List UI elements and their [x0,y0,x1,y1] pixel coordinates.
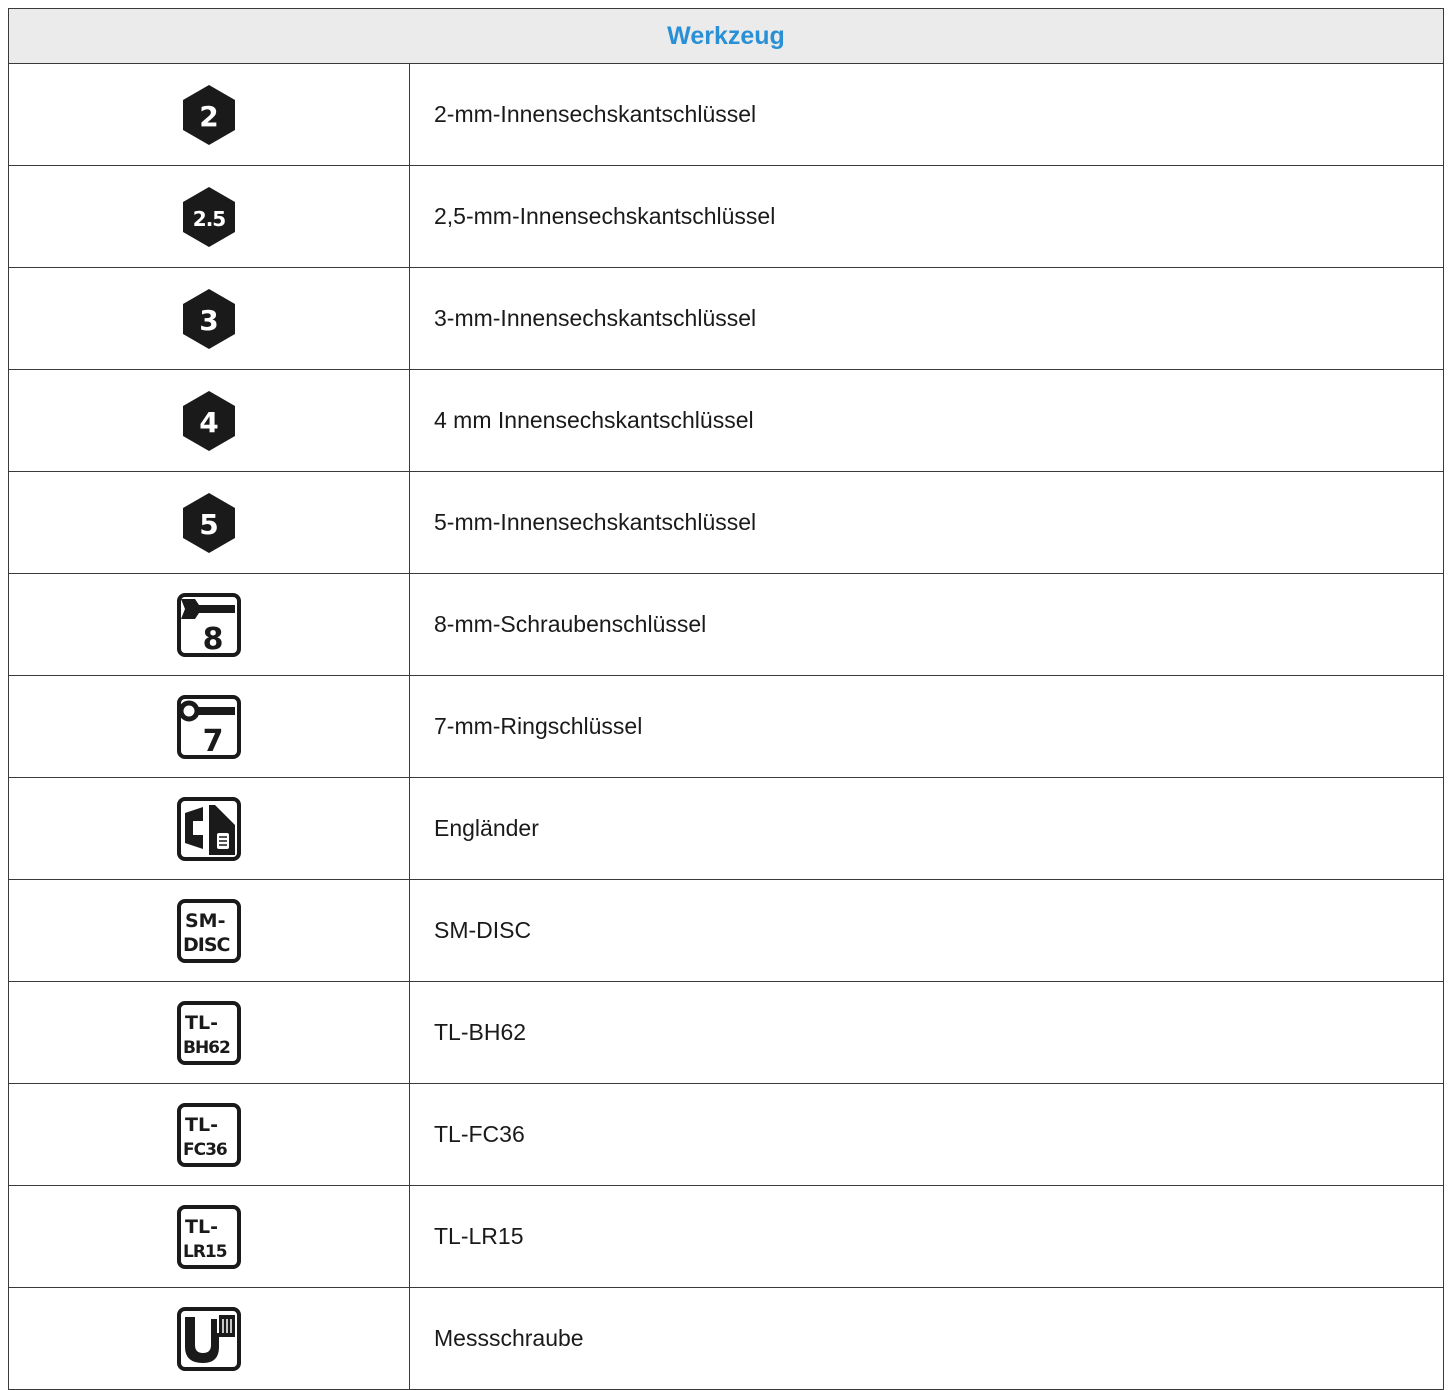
icon-glyph: 7 [203,724,224,759]
tool-name: TL-LR15 [409,1185,1444,1288]
icon-glyph-line1: TL- [185,1216,218,1238]
tool-name: 7-mm-Ringschlüssel [409,675,1444,778]
table-row: TL- FC36 TL-FC36 [8,1083,1444,1186]
tool-name: 4 mm Innensechskantschlüssel [409,369,1444,472]
icon-glyph: 2.5 [193,207,226,231]
tl-lr15-tool-icon: TL- LR15 [175,1203,243,1271]
table-title: Werkzeug [8,8,1444,64]
icon-glyph-line1: TL- [185,1114,218,1136]
spanner-8-icon: 8 [175,591,243,659]
tool-name: 5-mm-Innensechskantschlüssel [409,471,1444,574]
table-row: 8 8-mm-Schraubenschlüssel [8,573,1444,676]
icon-glyph-line2: BH62 [183,1038,230,1058]
icon-glyph: 2 [199,100,218,133]
tool-name: 8-mm-Schraubenschlüssel [409,573,1444,676]
ring-spanner-7-icon: 7 [175,693,243,761]
table-row: 5 5-mm-Innensechskantschlüssel [8,471,1444,574]
tool-name: SM-DISC [409,879,1444,982]
tool-table: Werkzeug 2 2-mm-Innensechskantschlüssel [8,8,1444,1390]
tool-name: Messschraube [409,1287,1444,1390]
table-row: Messschraube [8,1287,1444,1390]
icon-glyph: 8 [203,622,224,657]
hex-2-5-icon: 2.5 [175,183,243,251]
tool-name: 3-mm-Innensechskantschlüssel [409,267,1444,370]
table-row: SM- DISC SM-DISC [8,879,1444,982]
table-row: 3 3-mm-Innensechskantschlüssel [8,267,1444,370]
hex-3-icon: 3 [175,285,243,353]
adjustable-wrench-icon [175,795,243,863]
icon-glyph-line2: DISC [183,934,230,956]
tool-name: 2-mm-Innensechskantschlüssel [409,63,1444,166]
icon-glyph: 4 [199,406,218,439]
icon-glyph-line2: LR15 [183,1242,227,1262]
tool-name: TL-FC36 [409,1083,1444,1186]
table-row: 2 2-mm-Innensechskantschlüssel [8,63,1444,166]
table-header-row: Werkzeug [8,8,1444,64]
sm-disc-tool-icon: SM- DISC [175,897,243,965]
tool-name: 2,5-mm-Innensechskantschlüssel [409,165,1444,268]
icon-glyph: 3 [199,304,218,337]
table-row: Engländer [8,777,1444,880]
micrometer-icon [175,1305,243,1373]
hex-5-icon: 5 [175,489,243,557]
table-row: TL- LR15 TL-LR15 [8,1185,1444,1288]
icon-glyph-line2: FC36 [183,1140,227,1160]
table-row: 7 7-mm-Ringschlüssel [8,675,1444,778]
hex-2-icon: 2 [175,81,243,149]
tool-name: Engländer [409,777,1444,880]
hex-4-icon: 4 [175,387,243,455]
tl-bh62-tool-icon: TL- BH62 [175,999,243,1067]
table-row: TL- BH62 TL-BH62 [8,981,1444,1084]
icon-glyph: 5 [199,508,218,541]
icon-glyph-line1: SM- [185,910,225,932]
table-row: 2.5 2,5-mm-Innensechskantschlüssel [8,165,1444,268]
tool-name: TL-BH62 [409,981,1444,1084]
table-row: 4 4 mm Innensechskantschlüssel [8,369,1444,472]
tl-fc36-tool-icon: TL- FC36 [175,1101,243,1169]
icon-glyph-line1: TL- [185,1012,218,1034]
